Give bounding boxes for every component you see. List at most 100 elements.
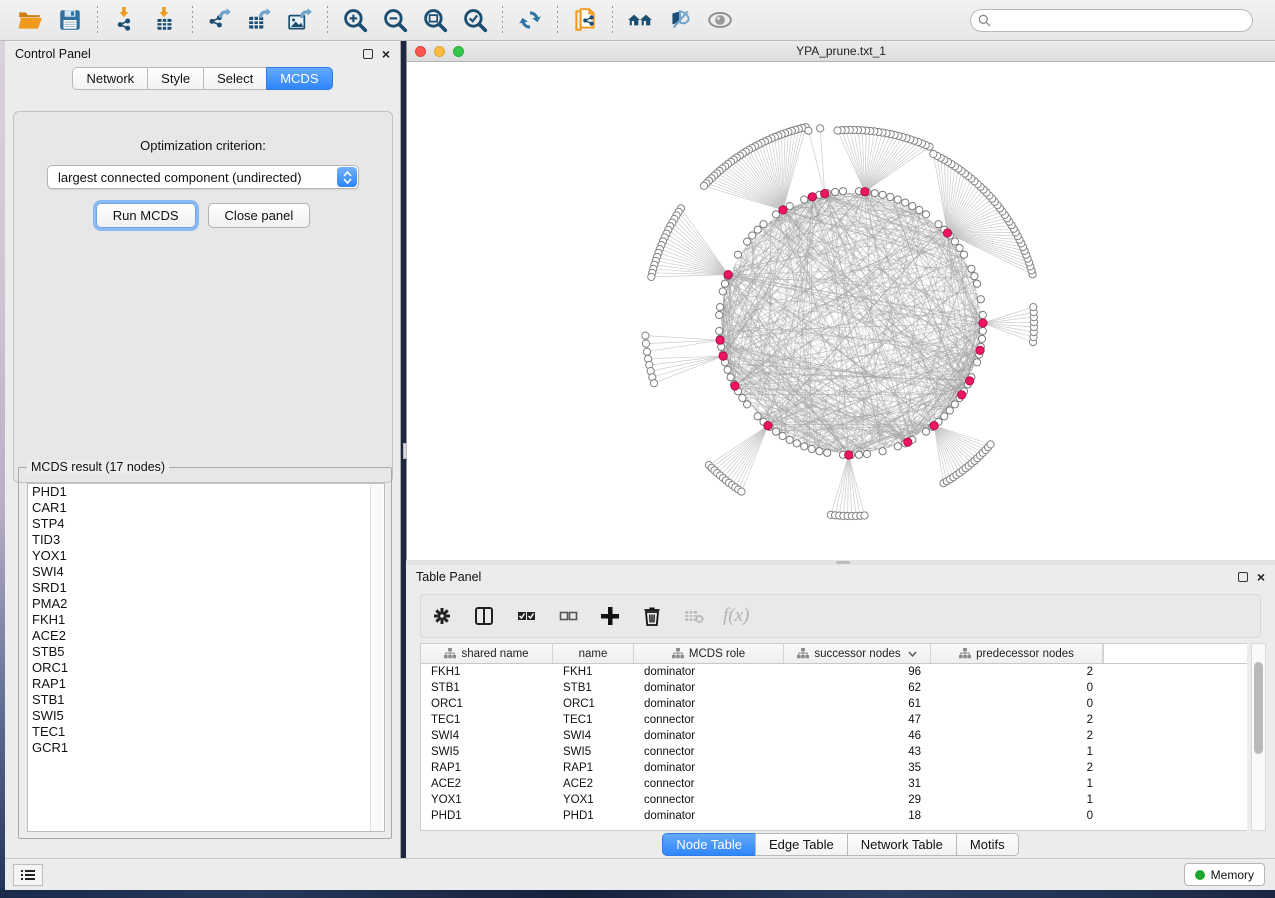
graph-hub-node[interactable] [731,382,739,390]
graph-node[interactable] [772,211,779,218]
deselect-all-icon[interactable] [555,603,581,629]
mcds-result-item[interactable]: SWI5 [28,708,384,724]
graph-node[interactable] [879,448,886,455]
graph-node[interactable] [721,280,728,287]
graph-node[interactable] [977,296,984,303]
graph-node[interactable] [887,193,894,200]
graph-node[interactable] [971,273,978,280]
mcds-result-item[interactable]: SWI4 [28,564,384,580]
task-list-button[interactable] [13,864,43,886]
save-session-icon[interactable] [53,5,87,35]
column-header-shared-name[interactable]: shared name [421,644,553,663]
graph-leaf-node[interactable] [643,348,650,355]
graph-hub-node[interactable] [930,422,938,430]
graph-node[interactable] [716,304,723,311]
column-header-MCDS-role[interactable]: MCDS role [634,644,784,663]
export-network-icon[interactable] [203,5,237,35]
refresh-icon[interactable] [513,5,547,35]
tab-node-table[interactable]: Node Table [662,833,756,856]
graph-node[interactable] [960,251,967,258]
select-all-icon[interactable] [513,603,539,629]
mcds-result-item[interactable]: SRD1 [28,580,384,596]
graph-node[interactable] [786,436,793,443]
graph-node[interactable] [894,443,901,450]
mcds-result-item[interactable]: CAR1 [28,500,384,516]
mcds-result-item[interactable]: ACE2 [28,628,384,644]
graph-node[interactable] [754,413,761,420]
graph-hub-node[interactable] [861,188,869,196]
table-row[interactable]: PHD1PHD1dominator180 [421,808,1247,824]
vertical-splitter-handle[interactable] [403,443,407,459]
graph-node[interactable] [863,450,870,457]
graph-node[interactable] [871,190,878,197]
table-row[interactable]: SWI4SWI4dominator462 [421,728,1247,744]
graph-node[interactable] [956,244,963,251]
tab-motifs[interactable]: Motifs [956,833,1019,856]
graph-node[interactable] [808,445,815,452]
graph-node[interactable] [894,196,901,203]
table-row[interactable]: YOX1YOX1connector291 [421,792,1247,808]
zoom-in-icon[interactable] [338,5,372,35]
graph-node[interactable] [922,211,929,218]
graph-hub-node[interactable] [966,377,974,385]
graph-node[interactable] [979,327,986,334]
graph-hub-node[interactable] [808,193,816,201]
zoom-fit-icon[interactable] [418,5,452,35]
graph-node[interactable] [760,221,767,228]
mcds-result-list[interactable]: PHD1CAR1STP4TID3YOX1SWI4SRD1PMA2FKH1ACE2… [27,483,385,832]
mcds-result-item[interactable]: STB5 [28,644,384,660]
table-options-gear-icon[interactable] [429,603,455,629]
graph-node[interactable] [801,443,808,450]
graph-node[interactable] [902,199,909,206]
graph-hub-node[interactable] [821,190,829,198]
graph-hub-node[interactable] [845,451,853,459]
graph-leaf-node[interactable] [817,125,824,132]
tab-mcds[interactable]: MCDS [266,67,332,90]
graph-node[interactable] [978,335,985,342]
graph-hub-node[interactable] [958,391,966,399]
show-columns-icon[interactable] [471,603,497,629]
table-row[interactable]: STB1STB1dominator620 [421,680,1247,696]
table-close-panel-icon[interactable]: × [1257,572,1265,582]
add-column-icon[interactable] [597,603,623,629]
graph-hub-node[interactable] [724,271,732,279]
graph-node[interactable] [935,221,942,228]
zoom-out-icon[interactable] [378,5,412,35]
float-panel-icon[interactable] [363,49,373,59]
table-float-panel-icon[interactable] [1238,572,1248,582]
tab-network[interactable]: Network [72,67,148,90]
first-neighbors-icon[interactable] [623,5,657,35]
graph-hub-node[interactable] [979,319,987,327]
graph-leaf-node[interactable] [642,332,649,339]
table-row[interactable]: FKH1FKH1dominator962 [421,664,1247,680]
graph-leaf-node[interactable] [987,441,994,448]
close-panel-button[interactable]: Close panel [208,203,311,228]
graph-node[interactable] [734,251,741,258]
graph-node[interactable] [744,401,751,408]
mcds-result-item[interactable]: PMA2 [28,596,384,612]
level-of-detail-icon[interactable] [703,5,737,35]
memory-button[interactable]: Memory [1184,863,1265,886]
optimization-criterion-select[interactable]: largest connected component (undirected) [47,165,359,189]
table-row[interactable]: RAP1RAP1dominator352 [421,760,1247,776]
mcds-result-item[interactable]: STB1 [28,692,384,708]
graph-node[interactable] [951,238,958,245]
graph-node[interactable] [839,188,846,195]
network-window-titlebar[interactable]: YPA_prune.txt_1 [407,41,1275,62]
graph-node[interactable] [739,394,746,401]
graph-node[interactable] [719,288,726,295]
graph-leaf-node[interactable] [738,488,745,495]
tab-select[interactable]: Select [203,67,267,90]
mcds-result-item[interactable]: PHD1 [28,484,384,500]
result-list-scrollbar[interactable] [370,485,383,832]
open-file-icon[interactable] [13,5,47,35]
table-row[interactable]: SWI5SWI5connector431 [421,744,1247,760]
graph-hub-node[interactable] [976,346,984,354]
graph-leaf-node[interactable] [648,273,655,280]
graph-node[interactable] [973,280,980,287]
graph-node[interactable] [832,188,839,195]
delete-column-icon[interactable] [639,603,665,629]
graph-node[interactable] [744,238,751,245]
tab-style[interactable]: Style [147,67,204,90]
tab-edge-table[interactable]: Edge Table [755,833,848,856]
